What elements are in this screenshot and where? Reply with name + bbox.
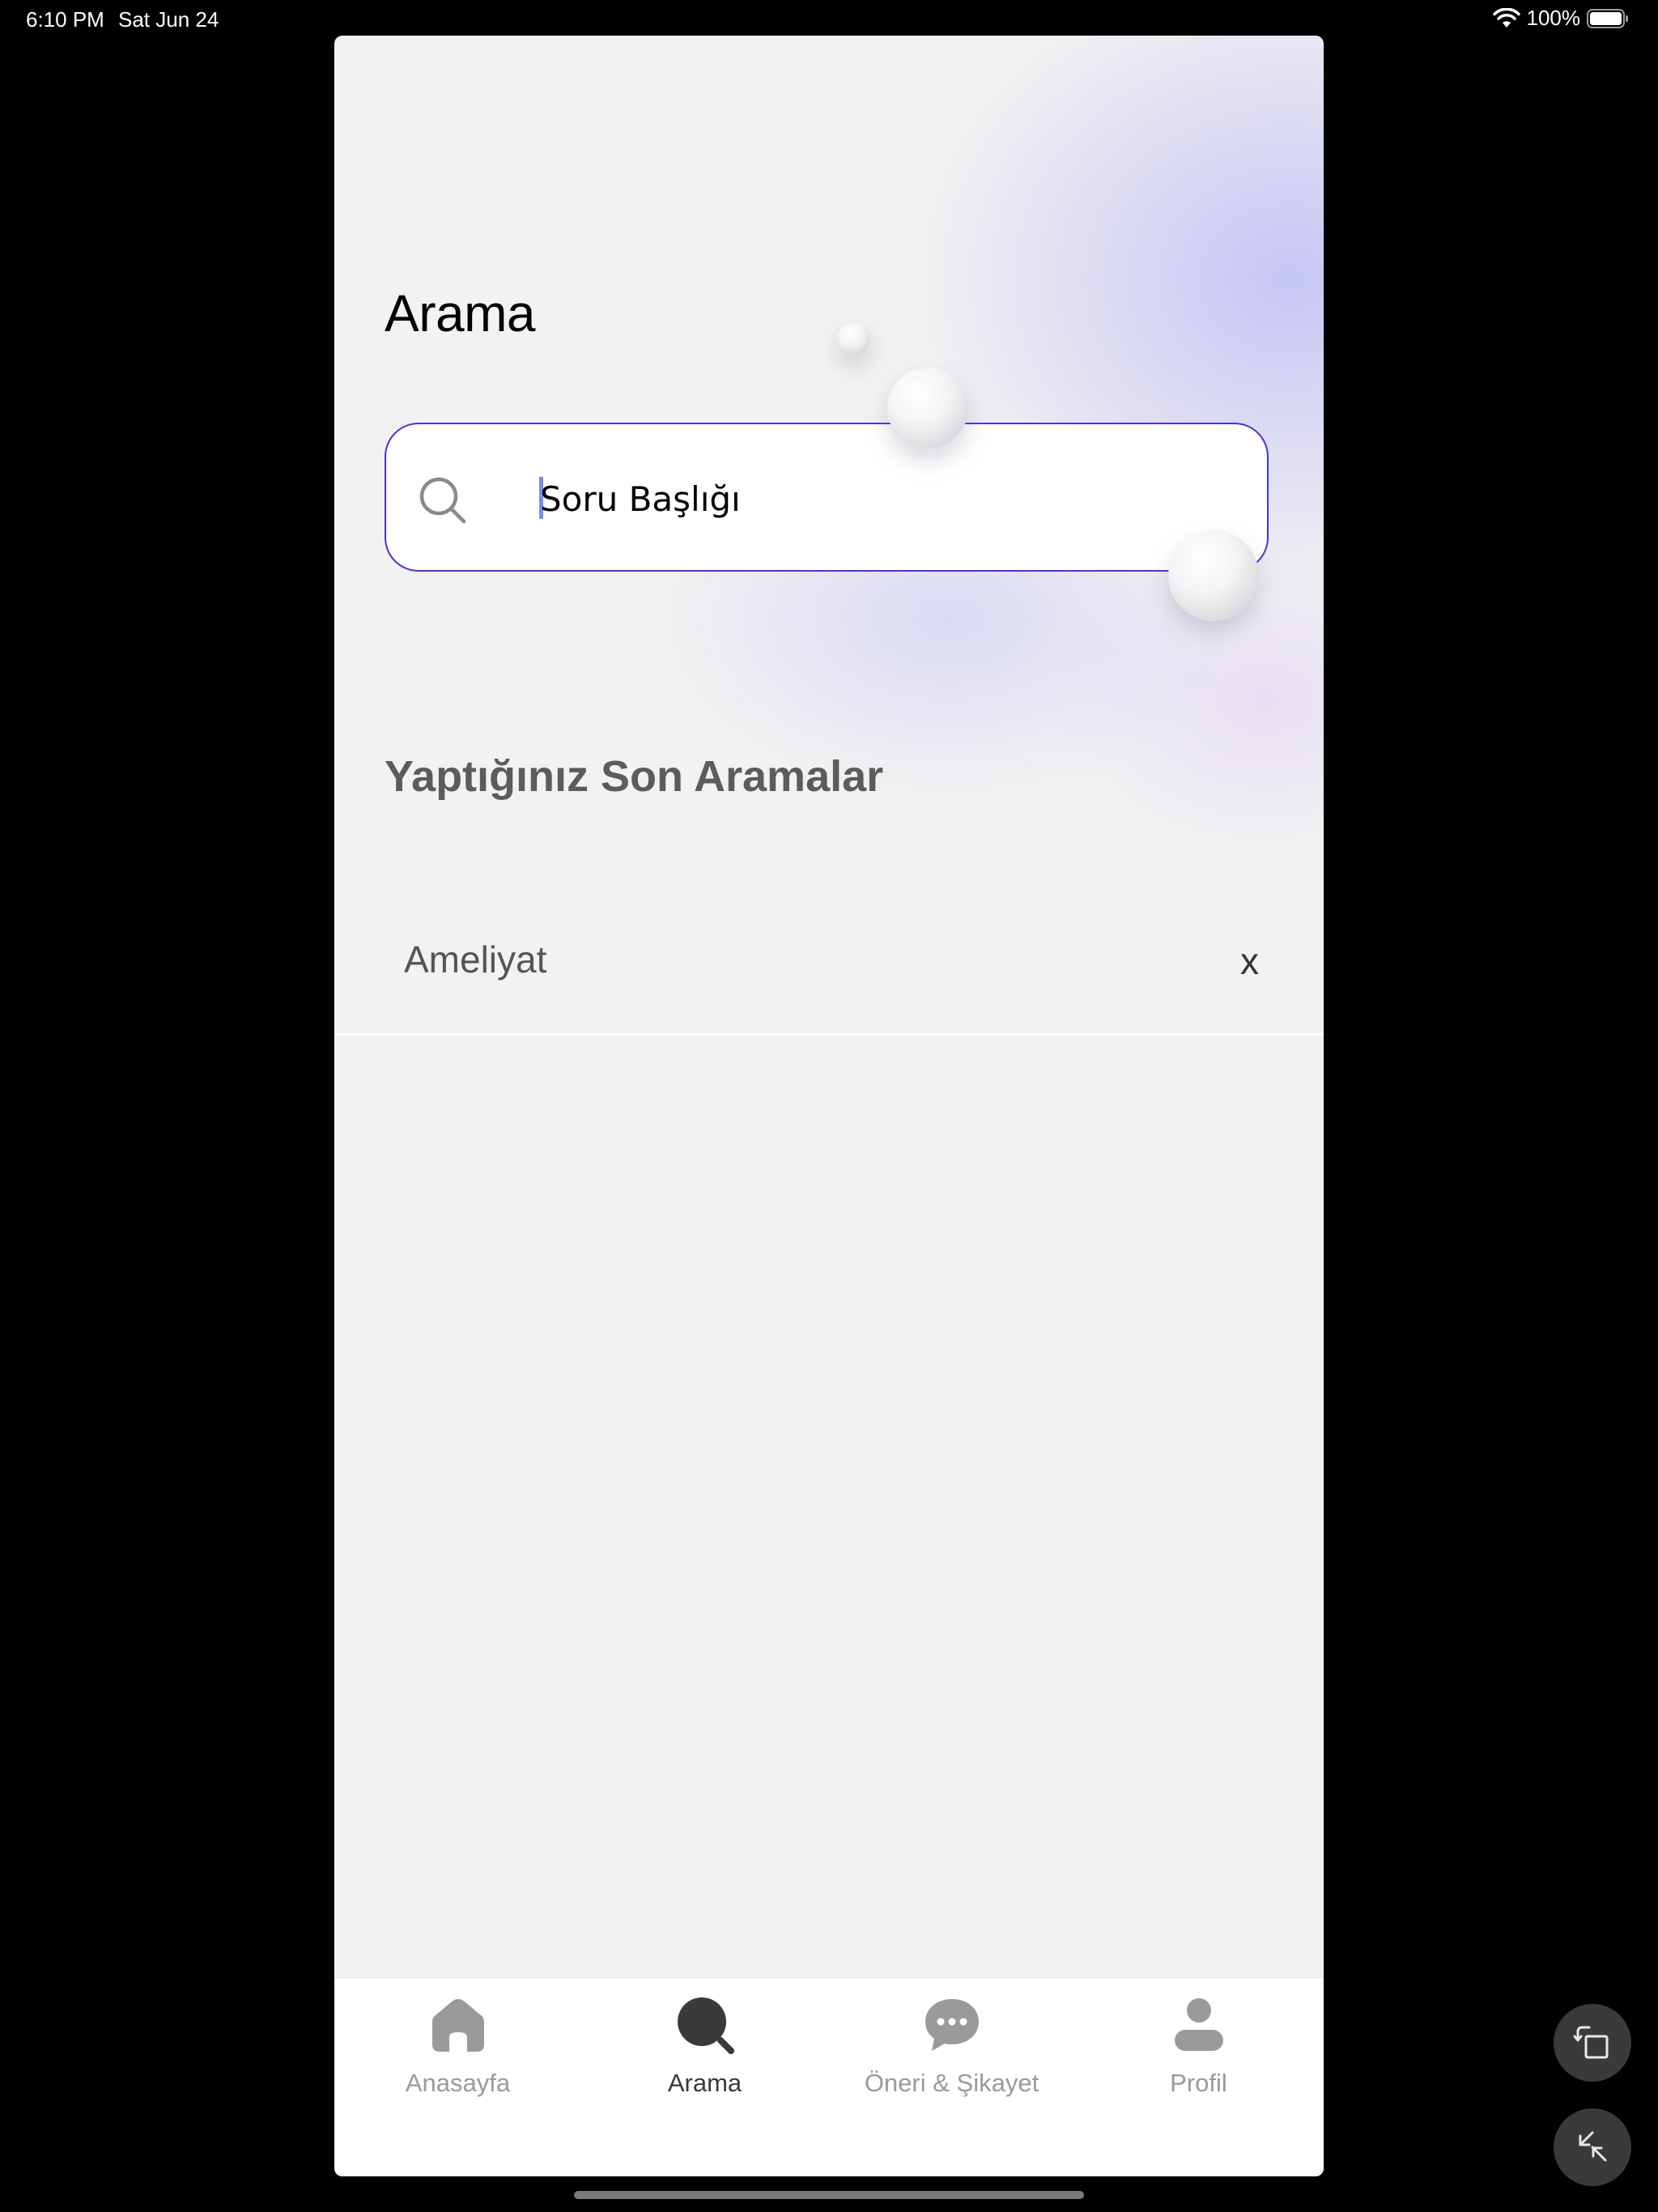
minimize-button[interactable] <box>1554 2108 1631 2186</box>
tab-home[interactable]: Anasayfa <box>334 1978 581 2132</box>
status-bar: 6:10 PM Sat Jun 24 100% <box>0 0 1658 39</box>
battery-percent: 100% <box>1526 6 1581 30</box>
profile-icon <box>1174 1998 1223 2051</box>
tab-bar: Anasayfa Arama Öneri & Şikayet Profil <box>334 1977 1324 2176</box>
app-window: Arama Yaptığınız Son Aramalar Ameliyat x… <box>334 36 1324 2176</box>
decorative-sphere <box>1168 530 1259 621</box>
tab-label: Anasayfa <box>405 2069 511 2097</box>
rotate-icon <box>1573 2026 1609 2059</box>
recent-searches-title: Yaptığınız Son Aramalar <box>385 752 884 801</box>
search-field[interactable] <box>385 423 1269 572</box>
status-indicators: 100% <box>1492 6 1630 31</box>
tab-search[interactable]: Arama <box>581 1978 828 2132</box>
tab-label: Arama <box>667 2069 742 2097</box>
wifi-icon <box>1492 7 1520 28</box>
search-input[interactable] <box>540 466 1236 531</box>
search-icon <box>677 1997 734 2054</box>
minimize-icon <box>1579 2131 1607 2162</box>
decorative-sphere <box>838 322 870 355</box>
recent-search-label[interactable]: Ameliyat <box>404 938 546 981</box>
chat-bubble-icon <box>925 1999 979 2051</box>
status-date: Sat Jun 24 <box>118 7 219 32</box>
battery-icon <box>1587 8 1628 28</box>
search-icon <box>419 477 466 524</box>
tab-label: Profil <box>1170 2069 1227 2097</box>
tab-feedback[interactable]: Öneri & Şikayet <box>828 1978 1075 2132</box>
remove-recent-search-button[interactable]: x <box>1240 939 1259 983</box>
status-time: 6:10 PM <box>26 7 104 32</box>
recent-search-item[interactable]: Ameliyat x <box>334 895 1324 1036</box>
home-icon <box>432 1999 484 2052</box>
rotate-button[interactable] <box>1554 2004 1631 2082</box>
tab-profile[interactable]: Profil <box>1075 1978 1322 2132</box>
tab-label: Öneri & Şikayet <box>864 2069 1039 2097</box>
page-title: Arama <box>385 284 536 342</box>
home-indicator[interactable] <box>574 2191 1084 2199</box>
decorative-sphere <box>887 368 968 449</box>
